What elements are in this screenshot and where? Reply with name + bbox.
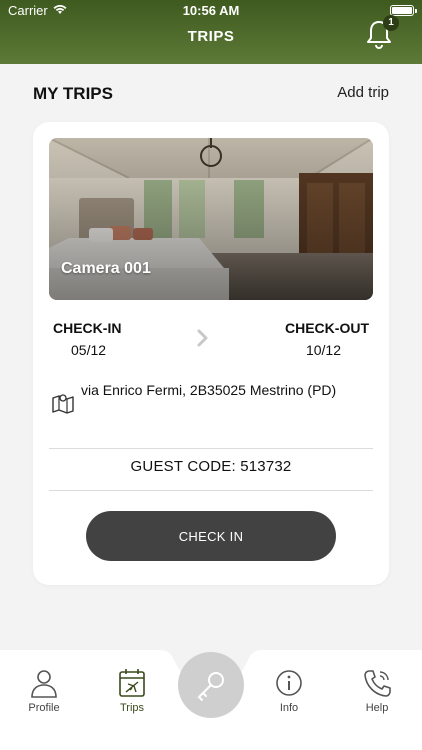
room-photo[interactable]: Camera 001	[49, 138, 373, 300]
divider	[49, 448, 373, 449]
guest-code: GUEST CODE: 513732	[130, 458, 292, 475]
divider	[49, 490, 373, 491]
checkin-label: CHECK-IN	[53, 320, 122, 336]
status-bar: Carrier 10:56 AM	[0, 0, 422, 22]
notification-badge: 1	[383, 15, 399, 31]
tab-label: Profile	[28, 702, 60, 714]
clock: 10:56 AM	[182, 3, 240, 18]
add-trip-link[interactable]: Add trip	[337, 84, 389, 101]
tab-label: Info	[279, 702, 299, 714]
checkout-label: CHECK-OUT	[285, 320, 369, 336]
page-title: TRIPS	[187, 28, 235, 45]
tab-bar: Profile Trips Info Help	[0, 650, 422, 750]
key-button[interactable]	[178, 652, 244, 718]
trip-card: Camera 001 CHECK-IN 05/12 CHECK-OUT 10/1…	[33, 122, 389, 585]
tab-help[interactable]: Help	[347, 668, 407, 714]
person-icon	[31, 670, 57, 698]
tab-profile[interactable]: Profile	[14, 668, 74, 714]
checkin-date: 05/12	[71, 342, 107, 358]
map-icon	[52, 394, 74, 414]
section-title: MY TRIPS	[33, 84, 113, 103]
battery-icon	[390, 5, 417, 16]
checkout-date: 10/12	[305, 342, 341, 358]
app-header: Carrier 10:56 AM TRIPS 1	[0, 0, 422, 64]
tab-info[interactable]: Info	[259, 668, 319, 714]
tab-trips[interactable]: Trips	[102, 668, 162, 714]
info-icon	[276, 670, 302, 696]
tab-label: Help	[365, 702, 389, 714]
phone-icon	[364, 670, 391, 697]
room-name: Camera 001	[61, 260, 151, 277]
chevron-right-icon	[197, 329, 208, 347]
trip-address: via Enrico Fermi, 2B35025 Mestrino (PD)	[81, 382, 337, 398]
calendar-plane-icon	[119, 669, 145, 697]
tab-label: Trips	[119, 702, 145, 714]
checkin-button[interactable]: CHECK IN	[86, 511, 336, 561]
key-icon	[197, 672, 224, 701]
